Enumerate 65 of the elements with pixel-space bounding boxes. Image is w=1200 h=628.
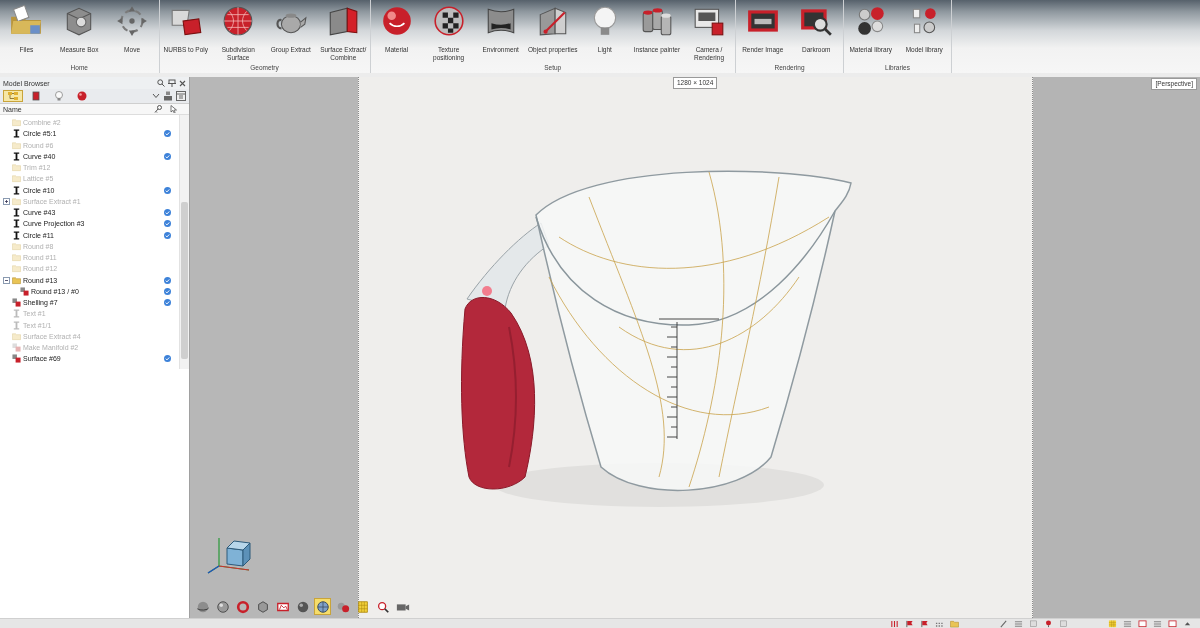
key-icon[interactable] xyxy=(154,105,162,113)
blocks-icon xyxy=(12,354,21,364)
slash-icon[interactable] xyxy=(999,619,1008,628)
blocks-icon xyxy=(20,286,29,296)
folder-icon xyxy=(12,331,21,341)
viewport-tool-button[interactable] xyxy=(314,598,331,615)
flag-icon[interactable] xyxy=(920,619,929,628)
folder-icon xyxy=(12,118,21,128)
check-icon[interactable] xyxy=(164,299,171,307)
check-icon[interactable] xyxy=(164,209,171,217)
check-icon[interactable] xyxy=(164,220,171,228)
stack-icon[interactable] xyxy=(163,91,173,101)
light-bulb-icon xyxy=(53,91,65,101)
check-icon[interactable] xyxy=(164,355,171,363)
sphere-icon xyxy=(215,599,230,614)
orbit-icon xyxy=(195,599,210,614)
frame-icon[interactable] xyxy=(1138,619,1147,628)
folder-icon xyxy=(12,196,21,206)
viewport-tool-button[interactable] xyxy=(214,598,231,615)
pointer-icon[interactable] xyxy=(170,105,177,113)
spool-icon xyxy=(12,185,21,195)
check-icon[interactable] xyxy=(164,231,171,239)
window-icon[interactable] xyxy=(176,91,186,101)
viewport-tool-button[interactable] xyxy=(234,598,251,615)
magnifier-icon xyxy=(375,599,390,614)
scrollbar[interactable] xyxy=(179,115,189,369)
check-icon[interactable] xyxy=(164,287,171,295)
check-icon[interactable] xyxy=(164,276,171,284)
close-icon[interactable] xyxy=(179,79,186,87)
browser-tab[interactable] xyxy=(3,90,23,102)
grid-icon xyxy=(355,599,370,614)
ring-icon xyxy=(235,599,250,614)
folder-icon xyxy=(12,140,21,150)
blocks-icon xyxy=(12,343,21,353)
lines-icon[interactable] xyxy=(1123,619,1132,628)
blocks-icon xyxy=(12,298,21,308)
check-icon[interactable] xyxy=(164,152,171,160)
lines-icon[interactable] xyxy=(1153,619,1162,628)
search-icon[interactable] xyxy=(157,79,165,87)
spool-icon xyxy=(12,309,21,319)
sphere-icon xyxy=(76,91,88,101)
spool-icon xyxy=(12,320,21,330)
chevron-down-icon[interactable] xyxy=(152,93,160,99)
spool-icon xyxy=(12,151,21,161)
spool-icon xyxy=(12,208,21,218)
hierarchy-icon xyxy=(7,91,19,101)
check-icon[interactable] xyxy=(164,130,171,138)
flag-icon[interactable] xyxy=(905,619,914,628)
spool-icon xyxy=(12,129,21,139)
pin-icon[interactable] xyxy=(1044,619,1053,628)
frame-icon[interactable] xyxy=(1168,619,1177,628)
spool-icon xyxy=(12,230,21,240)
expand-icon[interactable] xyxy=(3,197,10,205)
globe-icon xyxy=(315,599,330,614)
bars-icon[interactable] xyxy=(890,619,899,628)
checker-sphere-icon xyxy=(431,4,466,38)
ball-icon xyxy=(295,599,310,614)
check-icon[interactable] xyxy=(164,186,171,194)
collapse-icon[interactable] xyxy=(3,276,10,284)
square-icon xyxy=(30,91,42,101)
scrollbar-thumb[interactable] xyxy=(181,202,188,359)
lines-icon[interactable] xyxy=(1014,619,1023,628)
cube-icon xyxy=(255,599,270,614)
spool-icon xyxy=(12,219,21,229)
pin-icon[interactable] xyxy=(168,79,176,87)
